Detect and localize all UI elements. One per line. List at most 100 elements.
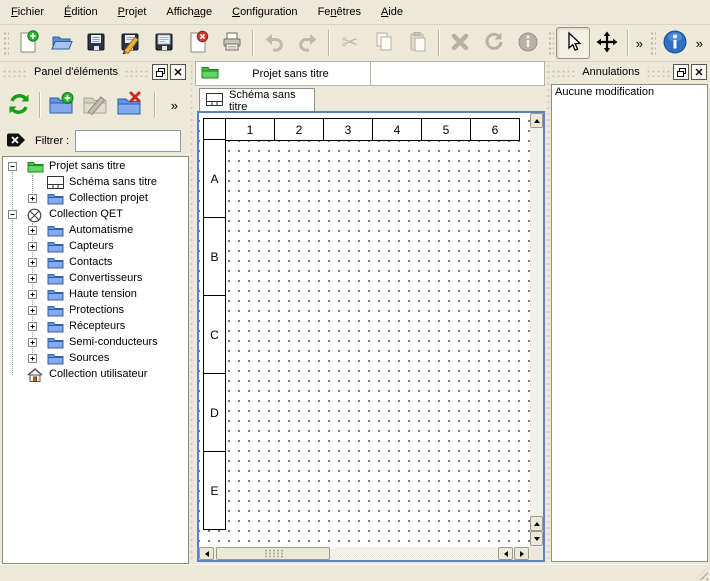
column-header: 5 [421, 118, 471, 141]
tree-item[interactable]: Convertisseurs [3, 271, 188, 287]
cut-button[interactable]: ✂ [333, 27, 367, 59]
folder-blue-icon [47, 288, 64, 302]
tree-expander[interactable] [28, 258, 37, 267]
scroll-left-button[interactable] [498, 547, 513, 560]
print-icon [220, 30, 244, 57]
tree-item[interactable]: Collection projet [3, 191, 188, 207]
copy-button[interactable] [367, 27, 401, 59]
scroll-right-button[interactable] [514, 547, 529, 560]
elements-panel-titlebar[interactable]: Panel d'éléments [2, 63, 188, 81]
about-info-button[interactable] [658, 27, 692, 59]
save-as-button[interactable] [113, 27, 147, 59]
move-mode-button[interactable] [590, 27, 624, 59]
diagram-canvas[interactable]: 123456 ABCDE [199, 113, 530, 547]
tree-item[interactable]: Sources [3, 351, 188, 367]
scroll-left-button[interactable] [199, 547, 214, 560]
new-project-button[interactable] [11, 27, 45, 59]
tab-project[interactable]: Projet sans titre [196, 62, 371, 85]
tree-expander[interactable] [8, 210, 17, 219]
save-button[interactable] [79, 27, 113, 59]
delete-category-button[interactable] [112, 88, 146, 122]
scroll-down-button[interactable] [530, 531, 543, 546]
float-panel-button[interactable] [673, 64, 689, 80]
paste-button[interactable] [401, 27, 435, 59]
save-all-button[interactable] [147, 27, 181, 59]
row-header: B [203, 217, 226, 296]
splitter-left[interactable] [189, 63, 194, 562]
tree-item[interactable]: Schéma sans titre [3, 175, 188, 191]
close-project-button[interactable] [181, 27, 215, 59]
tree-expander[interactable] [28, 290, 37, 299]
tree-item[interactable]: Collection utilisateur [3, 367, 188, 383]
info-gray-button[interactable] [511, 27, 545, 59]
copy-icon [372, 30, 396, 57]
tree-expander[interactable] [28, 194, 37, 203]
tree-expander[interactable] [8, 162, 17, 171]
select-mode-button[interactable] [556, 27, 590, 59]
reload-collections-button[interactable] [2, 88, 36, 122]
close-icon [174, 68, 182, 76]
tree-item[interactable]: Haute tension [3, 287, 188, 303]
undo-button[interactable] [257, 27, 291, 59]
delete-icon [448, 30, 472, 57]
toolbar-handle[interactable] [2, 30, 9, 56]
delete-button[interactable] [443, 27, 477, 59]
toolbar-overflow-button[interactable]: » [692, 36, 707, 51]
menu-aide[interactable]: Aide [372, 3, 412, 21]
horizontal-scrollbar[interactable] [199, 547, 530, 560]
open-project-button[interactable] [45, 27, 79, 59]
tree-expander[interactable] [28, 306, 37, 315]
menu-fenetres[interactable]: Fenêtres [309, 3, 370, 21]
menu-fichier[interactable]: Fichier [2, 3, 53, 21]
menu-edition[interactable]: Édition [55, 3, 107, 21]
tree-item[interactable]: Récepteurs [3, 319, 188, 335]
tree-item[interactable]: Protections [3, 303, 188, 319]
menu-configuration[interactable]: Configuration [223, 3, 306, 21]
scroll-up-button[interactable] [530, 113, 543, 128]
tab-schema[interactable]: Schéma sans titre [199, 88, 315, 112]
scroll-up-button[interactable] [530, 516, 543, 531]
scrollbar-thumb[interactable] [216, 547, 330, 560]
print-button[interactable] [215, 27, 249, 59]
menu-projet[interactable]: Projet [109, 3, 156, 21]
tree-item[interactable]: Semi-conducteurs [3, 335, 188, 351]
tree-expander[interactable] [28, 354, 37, 363]
new-project-icon [16, 30, 40, 57]
tree-item[interactable]: Capteurs [3, 239, 188, 255]
toolbar-overflow-button[interactable]: » [632, 36, 647, 51]
close-panel-button[interactable] [170, 64, 186, 80]
clear-filter-button[interactable] [6, 132, 27, 151]
tree-expander[interactable] [28, 338, 37, 347]
undo-history-list[interactable]: Aucune modification [551, 84, 708, 562]
menu-affichage[interactable]: Affichage [157, 3, 221, 21]
vertical-scrollbar[interactable] [530, 113, 543, 547]
close-project-icon [186, 30, 210, 57]
tree-expander[interactable] [28, 226, 37, 235]
tree-item[interactable]: Automatisme [3, 223, 188, 239]
status-bar [0, 564, 710, 581]
tree-item[interactable]: Contacts [3, 255, 188, 271]
undo-list-item[interactable]: Aucune modification [552, 85, 707, 101]
column-header: 2 [274, 118, 324, 141]
tree-item[interactable]: Collection QET [3, 207, 188, 223]
paste-icon [406, 30, 430, 57]
toolbar-handle[interactable] [547, 30, 554, 56]
toolbar-handle[interactable] [649, 30, 656, 56]
info-gray-icon [516, 30, 540, 57]
float-panel-button[interactable] [152, 64, 168, 80]
new-category-button[interactable] [44, 88, 78, 122]
panel-overflow-button[interactable]: » [167, 98, 182, 113]
rotate-button[interactable] [477, 27, 511, 59]
tree-expander[interactable] [28, 322, 37, 331]
tree-expander[interactable] [28, 242, 37, 251]
resize-grip[interactable] [695, 567, 708, 580]
tree-expander[interactable] [28, 274, 37, 283]
redo-button[interactable] [291, 27, 325, 59]
filter-input[interactable] [75, 130, 181, 152]
elements-tree[interactable]: Projet sans titreSchéma sans titreCollec… [2, 156, 189, 564]
undo-panel-titlebar[interactable]: Annulations [551, 63, 708, 81]
close-panel-button[interactable] [691, 64, 707, 80]
tree-item[interactable]: Projet sans titre [3, 159, 188, 175]
arrow-down-icon [534, 537, 540, 541]
edit-category-button[interactable] [78, 88, 112, 122]
